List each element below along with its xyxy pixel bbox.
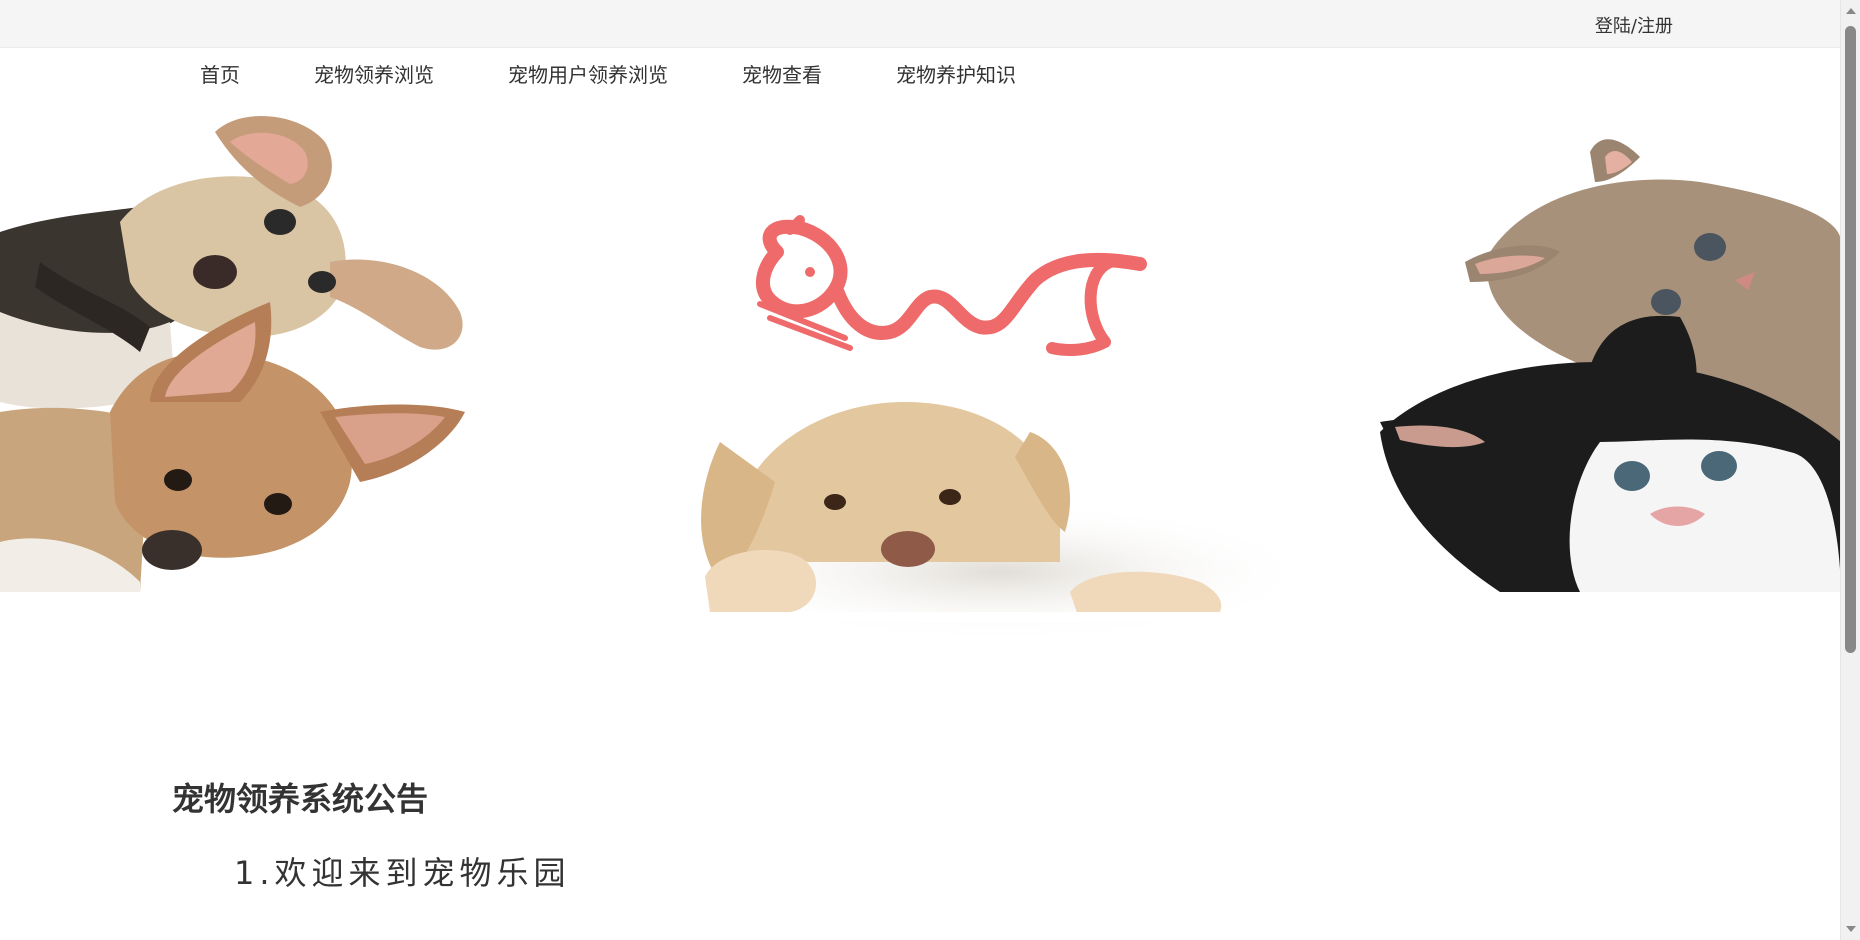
notice-title: 宠物领养系统公告 bbox=[172, 780, 429, 818]
scroll-thumb[interactable] bbox=[1845, 26, 1856, 653]
top-bar: 登陆/注册 bbox=[0, 0, 1841, 48]
login-register-link[interactable]: 登陆/注册 bbox=[1595, 12, 1673, 38]
notice-item[interactable]: 1.欢迎来到宠物乐园 bbox=[234, 848, 571, 894]
main-nav: 首页 宠物领养浏览 宠物用户领养浏览 宠物查看 宠物养护知识 bbox=[200, 58, 1090, 88]
scroll-down-arrow-icon[interactable] bbox=[1846, 926, 1856, 932]
page-scrollbar[interactable] bbox=[1840, 0, 1860, 940]
hero-banner bbox=[0, 112, 1841, 652]
cat-logo-icon bbox=[755, 215, 1147, 356]
scroll-up-arrow-icon[interactable] bbox=[1846, 8, 1856, 14]
nav-item-home[interactable]: 首页 bbox=[200, 59, 240, 88]
nav-item-user-adoption-browse[interactable]: 宠物用户领养浏览 bbox=[508, 59, 668, 88]
dog-image bbox=[680, 402, 1320, 642]
nav-item-pet-view[interactable]: 宠物查看 bbox=[742, 59, 822, 88]
nav-item-pet-care-knowledge[interactable]: 宠物养护知识 bbox=[896, 59, 1016, 88]
nav-item-pet-adoption-browse[interactable]: 宠物领养浏览 bbox=[314, 59, 434, 88]
banner-illustration bbox=[0, 115, 1841, 642]
